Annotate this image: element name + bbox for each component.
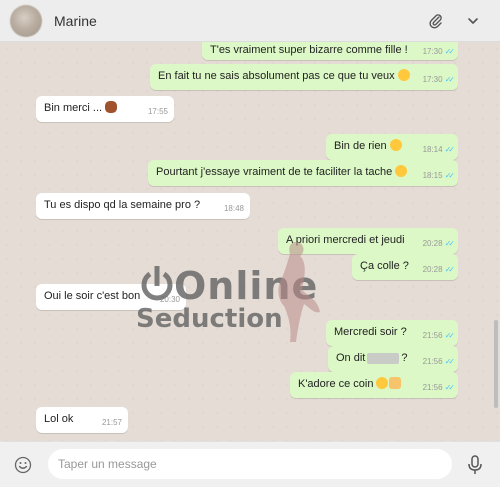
message-list[interactable]: T'es vraiment super bizarre comme fille …: [0, 42, 500, 441]
laughing-emoji-icon: [389, 139, 402, 151]
message-time: 20:30: [159, 295, 180, 304]
message-input[interactable]: [48, 449, 452, 479]
message-text: Bin merci ...: [44, 102, 103, 114]
message-meta: 18:48: [224, 201, 244, 216]
silhouette-icon: [278, 242, 320, 342]
message-bubble-outgoing[interactable]: Ça colle ? 20:28 ✓✓: [352, 254, 458, 280]
message-bubble-outgoing[interactable]: En fait tu ne sais absolument pas ce que…: [150, 64, 458, 90]
read-ticks-icon: ✓✓: [444, 331, 456, 340]
message-time: 20:28: [422, 265, 443, 274]
smile-emoji-icon: [397, 69, 410, 81]
message-meta: 18:15 ✓✓: [422, 168, 456, 183]
message-meta: 18:14 ✓✓: [422, 142, 456, 157]
message-time: 17:30: [422, 47, 443, 56]
message-text: K'adore ce coin: [298, 378, 374, 390]
message-time: 18:14: [422, 145, 443, 154]
read-ticks-icon: ✓✓: [444, 383, 456, 392]
microphone-icon[interactable]: [466, 455, 484, 475]
message-time: 18:15: [422, 171, 443, 180]
message-time: 21:56: [422, 331, 443, 340]
chat-header: Marine: [0, 0, 500, 42]
message-text: Lol ok: [44, 413, 74, 425]
read-ticks-icon: ✓✓: [444, 75, 456, 84]
redacted-text: [367, 352, 400, 364]
read-ticks-icon: ✓✓: [444, 47, 456, 56]
message-text: Mercredi soir ?: [334, 326, 407, 338]
contact-name[interactable]: Marine: [54, 13, 97, 29]
message-bubble-outgoing[interactable]: Bin de rien 18:14 ✓✓: [326, 134, 458, 160]
message-meta: 21:56 ✓✓: [422, 354, 456, 369]
message-text: Oui le soir c'est bon: [44, 290, 141, 302]
message-time: 21:56: [422, 383, 443, 392]
scrollbar[interactable]: [494, 320, 498, 408]
avatar[interactable]: [10, 5, 42, 37]
message-text: Tu es dispo qd la semaine pro ?: [44, 199, 201, 211]
message-time: 17:30: [422, 75, 443, 84]
message-bubble-incoming[interactable]: Lol ok 21:57: [36, 407, 128, 433]
message-meta: 20:28 ✓✓: [422, 236, 456, 251]
message-time: 20:28: [422, 239, 443, 248]
message-text-before: On dit: [336, 352, 366, 364]
message-bubble-outgoing[interactable]: On dit? 21:56 ✓✓: [328, 346, 458, 372]
message-meta: 21:56 ✓✓: [422, 380, 456, 395]
message-bubble-incoming[interactable]: Oui le soir c'est bon 20:30: [36, 284, 186, 310]
see-no-evil-monkey-icon: [105, 101, 118, 113]
message-meta: 21:57: [102, 415, 122, 430]
message-bubble-outgoing[interactable]: K'adore ce coin 21:56 ✓✓: [290, 372, 458, 398]
message-meta: 17:30 ✓✓: [422, 44, 456, 59]
read-ticks-icon: ✓✓: [444, 265, 456, 274]
composer-bar: [0, 441, 500, 487]
message-time: 18:48: [223, 204, 244, 213]
paperclip-icon[interactable]: [426, 11, 446, 31]
message-time: 21:57: [101, 418, 122, 427]
chevron-down-icon[interactable]: [463, 11, 483, 31]
message-meta: 20:30: [160, 292, 180, 307]
read-ticks-icon: ✓✓: [444, 357, 456, 366]
message-bubble-incoming[interactable]: Bin merci ... 17:55: [36, 96, 174, 122]
message-time: 21:56: [422, 357, 443, 366]
message-text: Ça colle ?: [360, 260, 409, 272]
read-ticks-icon: ✓✓: [444, 239, 456, 248]
smile-emoji-icon: [376, 377, 389, 389]
message-meta: 17:55: [148, 104, 168, 119]
waving-hand-icon: [389, 377, 402, 389]
message-meta: 20:28 ✓✓: [422, 262, 456, 277]
message-bubble-outgoing[interactable]: Pourtant j'essaye vraiment de te facilit…: [148, 160, 458, 186]
message-bubble-outgoing[interactable]: T'es vraiment super bizarre comme fille …: [202, 42, 458, 60]
message-text-after: ?: [401, 352, 408, 364]
message-text: Bin de rien: [334, 140, 387, 152]
message-text: T'es vraiment super bizarre comme fille …: [210, 44, 408, 56]
message-bubble-incoming[interactable]: Tu es dispo qd la semaine pro ? 18:48: [36, 193, 250, 219]
message-meta: 21:56 ✓✓: [422, 328, 456, 343]
message-meta: 17:30 ✓✓: [422, 72, 456, 87]
message-time: 17:55: [147, 107, 168, 116]
message-bubble-outgoing[interactable]: Mercredi soir ? 21:56 ✓✓: [326, 320, 458, 346]
message-text: Pourtant j'essaye vraiment de te facilit…: [156, 166, 393, 178]
chat-window: Marine T'es vraiment super bizarre comme…: [0, 0, 500, 487]
message-text: En fait tu ne sais absolument pas ce que…: [158, 70, 395, 82]
smile-emoji-icon: [395, 165, 408, 177]
emoji-icon[interactable]: [14, 456, 32, 474]
read-ticks-icon: ✓✓: [444, 171, 456, 180]
read-ticks-icon: ✓✓: [444, 145, 456, 154]
